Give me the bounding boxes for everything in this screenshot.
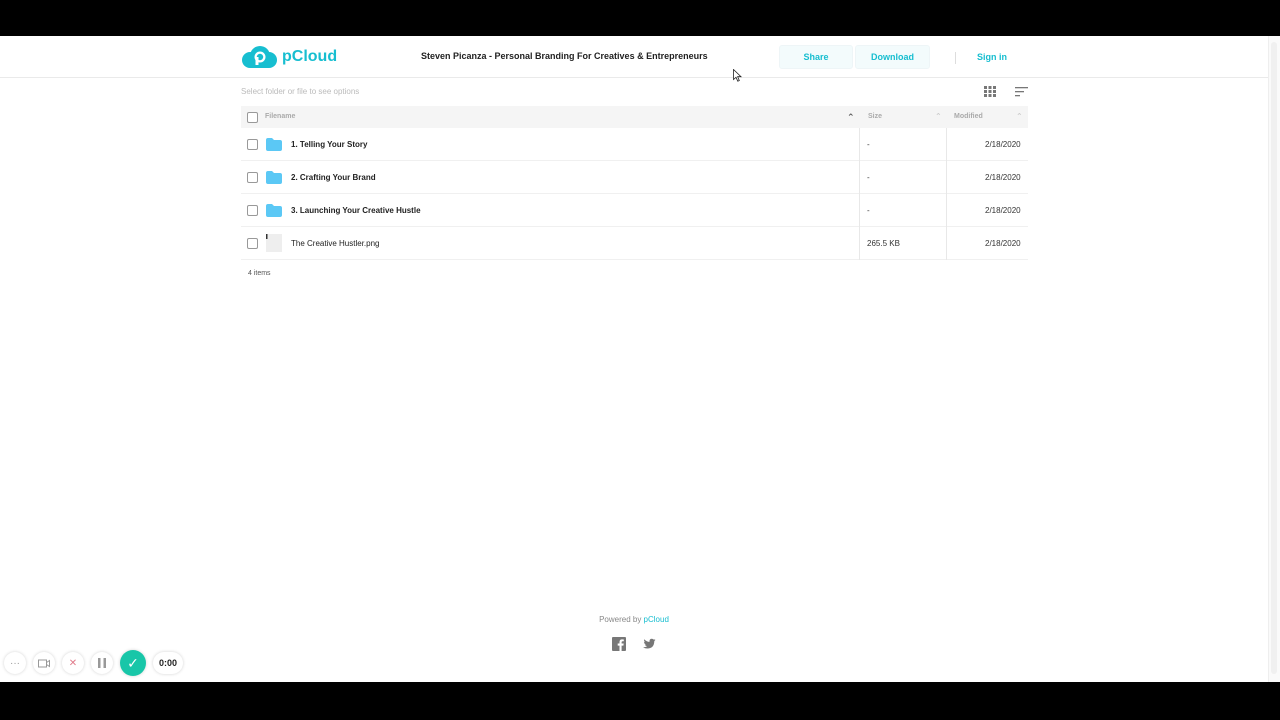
file-size: - — [859, 194, 947, 227]
file-name[interactable]: 3. Launching Your Creative Hustle — [291, 206, 421, 215]
size-sort-arrow-icon[interactable]: ⌃ — [935, 112, 942, 121]
download-button[interactable]: Download — [855, 45, 930, 69]
mouse-cursor-icon — [733, 69, 742, 82]
pause-recording-button[interactable] — [91, 652, 113, 674]
more-options-button[interactable]: ··· — [4, 652, 26, 674]
finish-recording-button[interactable]: ✓ — [120, 650, 146, 676]
scrollbar-thumb[interactable] — [1271, 42, 1277, 674]
header-divider — [955, 52, 956, 64]
file-modified: 2/18/2020 — [985, 206, 1021, 215]
pcloud-cloud-icon — [242, 46, 277, 68]
share-button[interactable]: Share — [779, 45, 853, 69]
sort-icon[interactable] — [1015, 87, 1028, 97]
browser-viewport: pCloud Steven Picanza - Personal Brandin… — [0, 36, 1280, 682]
file-name[interactable]: 1. Telling Your Story — [291, 140, 367, 149]
selection-hint: Select folder or file to see options — [241, 87, 360, 96]
top-bar: pCloud Steven Picanza - Personal Brandin… — [0, 36, 1268, 78]
pause-icon — [98, 658, 106, 668]
table-row[interactable]: The Creative Hustler.png 265.5 KB 2/18/2… — [241, 227, 1028, 260]
logo-text: pCloud — [282, 48, 338, 65]
column-size[interactable]: Size — [868, 113, 882, 120]
grid-view-icon[interactable] — [984, 86, 996, 97]
file-modified: 2/18/2020 — [985, 173, 1021, 182]
sort-asc-arrow-icon[interactable]: ⌃ — [847, 112, 855, 123]
table-row[interactable]: 1. Telling Your Story - 2/18/2020 — [241, 128, 1028, 161]
powered-by-prefix: Powered by — [599, 615, 644, 624]
file-size: - — [859, 128, 947, 161]
pcloud-link[interactable]: pCloud — [644, 615, 669, 624]
facebook-icon[interactable] — [612, 637, 626, 651]
file-name[interactable]: 2. Crafting Your Brand — [291, 173, 376, 182]
table-row[interactable]: 3. Launching Your Creative Hustle - 2/18… — [241, 194, 1028, 227]
column-filename[interactable]: Filename — [265, 113, 295, 120]
select-all-checkbox[interactable] — [247, 112, 258, 123]
file-name[interactable]: The Creative Hustler.png — [291, 239, 380, 248]
page-title: Steven Picanza - Personal Branding For C… — [421, 51, 708, 61]
twitter-icon[interactable] — [642, 637, 656, 651]
powered-by: Powered by pCloud — [0, 615, 1268, 624]
modified-sort-arrow-icon[interactable]: ⌃ — [1016, 112, 1023, 121]
file-table: Filename ⌃ Size ⌃ Modified ⌃ 1. Telling … — [241, 106, 1028, 260]
file-size: 265.5 KB — [859, 227, 947, 260]
row-checkbox[interactable] — [247, 172, 258, 183]
file-modified: 2/18/2020 — [985, 140, 1021, 149]
sign-in-link[interactable]: Sign in — [977, 52, 1007, 62]
folder-icon — [266, 138, 282, 151]
item-count: 4 items — [248, 270, 271, 277]
pcloud-logo[interactable]: pCloud — [241, 46, 337, 68]
file-modified: 2/18/2020 — [985, 239, 1021, 248]
row-checkbox[interactable] — [247, 139, 258, 150]
discard-recording-button[interactable]: ✕ — [62, 652, 84, 674]
image-thumbnail-icon — [266, 234, 282, 252]
row-checkbox[interactable] — [247, 238, 258, 249]
table-header: Filename ⌃ Size ⌃ Modified ⌃ — [241, 106, 1028, 128]
table-row[interactable]: 2. Crafting Your Brand - 2/18/2020 — [241, 161, 1028, 194]
folder-icon — [266, 204, 282, 217]
file-size: - — [859, 161, 947, 194]
screen-recorder-controls: ··· ✕ ✓ 0:00 — [4, 650, 183, 676]
folder-icon — [266, 171, 282, 184]
row-checkbox[interactable] — [247, 205, 258, 216]
recording-timer: 0:00 — [153, 652, 183, 674]
video-camera-icon — [38, 659, 50, 667]
scrollbar[interactable] — [1268, 36, 1280, 682]
camera-toggle-button[interactable] — [33, 652, 55, 674]
column-modified[interactable]: Modified — [954, 113, 983, 120]
